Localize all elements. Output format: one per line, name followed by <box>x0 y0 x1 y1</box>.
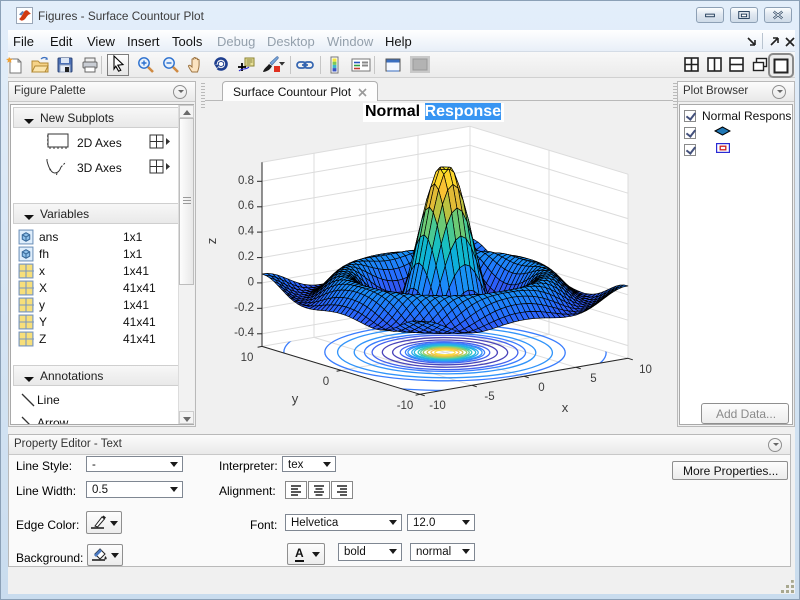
svg-text:5: 5 <box>590 373 596 385</box>
svg-text:0: 0 <box>323 376 329 388</box>
svg-text:z: z <box>205 238 219 245</box>
svg-text:0.6: 0.6 <box>238 200 254 212</box>
svg-text:0: 0 <box>248 276 254 288</box>
svg-text:-5: -5 <box>484 391 494 403</box>
svg-text:0: 0 <box>538 382 544 394</box>
svg-text:10: 10 <box>241 352 254 364</box>
svg-text:0.4: 0.4 <box>238 226 255 238</box>
svg-text:-0.4: -0.4 <box>234 327 254 339</box>
svg-text:-10: -10 <box>429 400 446 412</box>
svg-text:10: 10 <box>639 364 652 376</box>
svg-text:-10: -10 <box>397 400 414 412</box>
svg-text:0.8: 0.8 <box>238 175 254 187</box>
svg-text:-0.2: -0.2 <box>234 302 254 314</box>
svg-text:y: y <box>292 391 299 406</box>
svg-text:0.2: 0.2 <box>238 251 254 263</box>
svg-text:x: x <box>562 400 569 415</box>
